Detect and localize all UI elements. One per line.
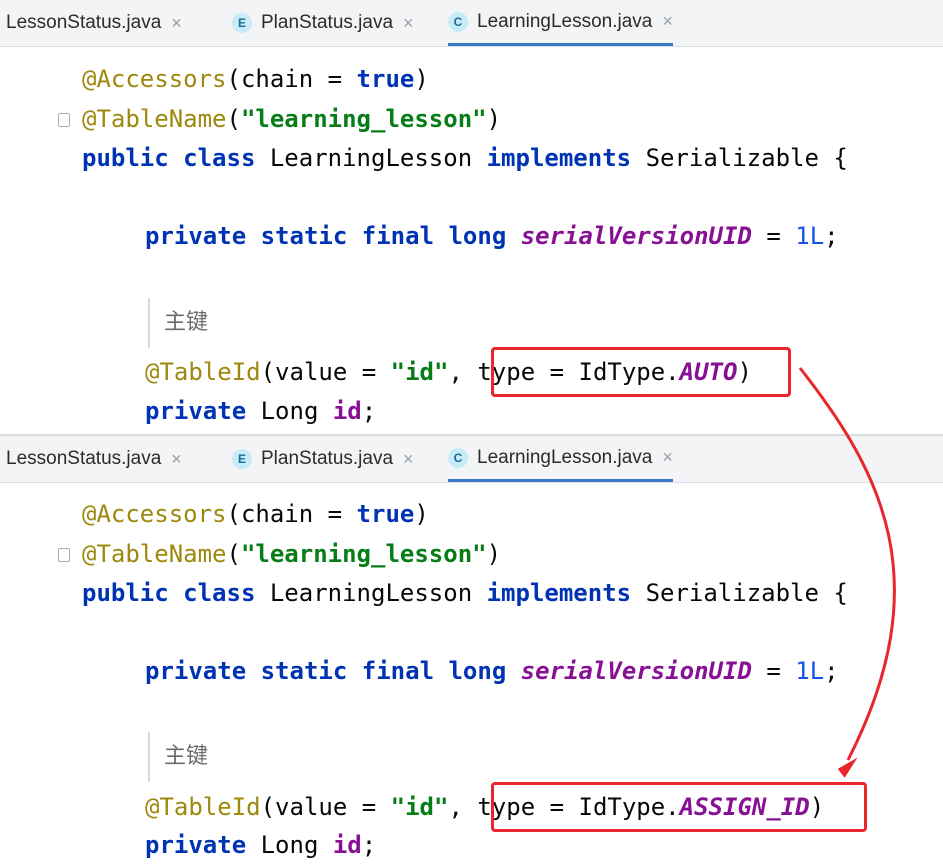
highlight-box-assign-id — [491, 782, 867, 832]
code-line-class-decl: public class LearningLesson implements S… — [82, 579, 848, 607]
doc-comment-bar — [148, 732, 150, 782]
code-area[interactable]: @Accessors(chain = true) @TableName("lea… — [0, 0, 943, 434]
highlight-box-auto — [491, 347, 791, 397]
doc-comment-bar — [148, 298, 150, 348]
editor-panel-before: LessonStatus.java × E PlanStatus.java × … — [0, 0, 943, 434]
code-line-tablename: @TableName("learning_lesson") — [82, 105, 502, 133]
code-line-serial-uid: private static final long serialVersionU… — [145, 222, 839, 250]
code-line-id-field: private Long id; — [145, 397, 377, 425]
code-line-id-field: private Long id; — [145, 831, 377, 859]
doc-comment: 主键 — [164, 744, 209, 769]
code-line-tablename: @TableName("learning_lesson") — [82, 540, 502, 568]
editor-panel-after: LessonStatus.java × E PlanStatus.java × … — [0, 434, 943, 868]
code-line-serial-uid: private static final long serialVersionU… — [145, 657, 839, 685]
code-line-accessors: @Accessors(chain = true) — [82, 500, 429, 528]
code-line-class-decl: public class LearningLesson implements S… — [82, 144, 848, 172]
code-line-accessors: @Accessors(chain = true) — [82, 65, 429, 93]
doc-comment: 主键 — [164, 310, 209, 335]
